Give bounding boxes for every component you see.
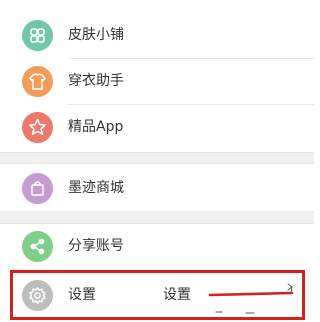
menu-item-moji-mall[interactable]: 墨迹商城 [0,166,314,211]
annotation-label: 设置 [163,287,191,303]
star-icon [22,112,53,143]
share-icon [22,231,53,262]
arrow-icon [208,283,294,314]
settings-menu: 皮肤小铺 穿衣助手 精品App 墨迹商城 分享账号 设置 设置 [0,0,314,322]
menu-item-dressing-assistant[interactable]: 穿衣助手 [0,59,314,104]
menu-item-skin-shop[interactable]: 皮肤小铺 [0,13,314,58]
menu-item-featured-apps[interactable]: 精品App [0,105,314,150]
menu-item-label: 精品App [68,119,124,135]
menu-item-share-account[interactable]: 分享账号 [0,224,314,269]
menu-item-label: 分享账号 [68,238,124,254]
section-gap [0,152,314,164]
menu-item-label: 墨迹商城 [68,180,124,196]
clover-icon [22,20,53,51]
menu-item-label: 皮肤小铺 [68,27,124,43]
shopping-bag-icon [22,173,53,204]
shirt-icon [22,66,53,97]
menu-item-label: 穿衣助手 [68,73,124,89]
section-gap [0,211,314,224]
